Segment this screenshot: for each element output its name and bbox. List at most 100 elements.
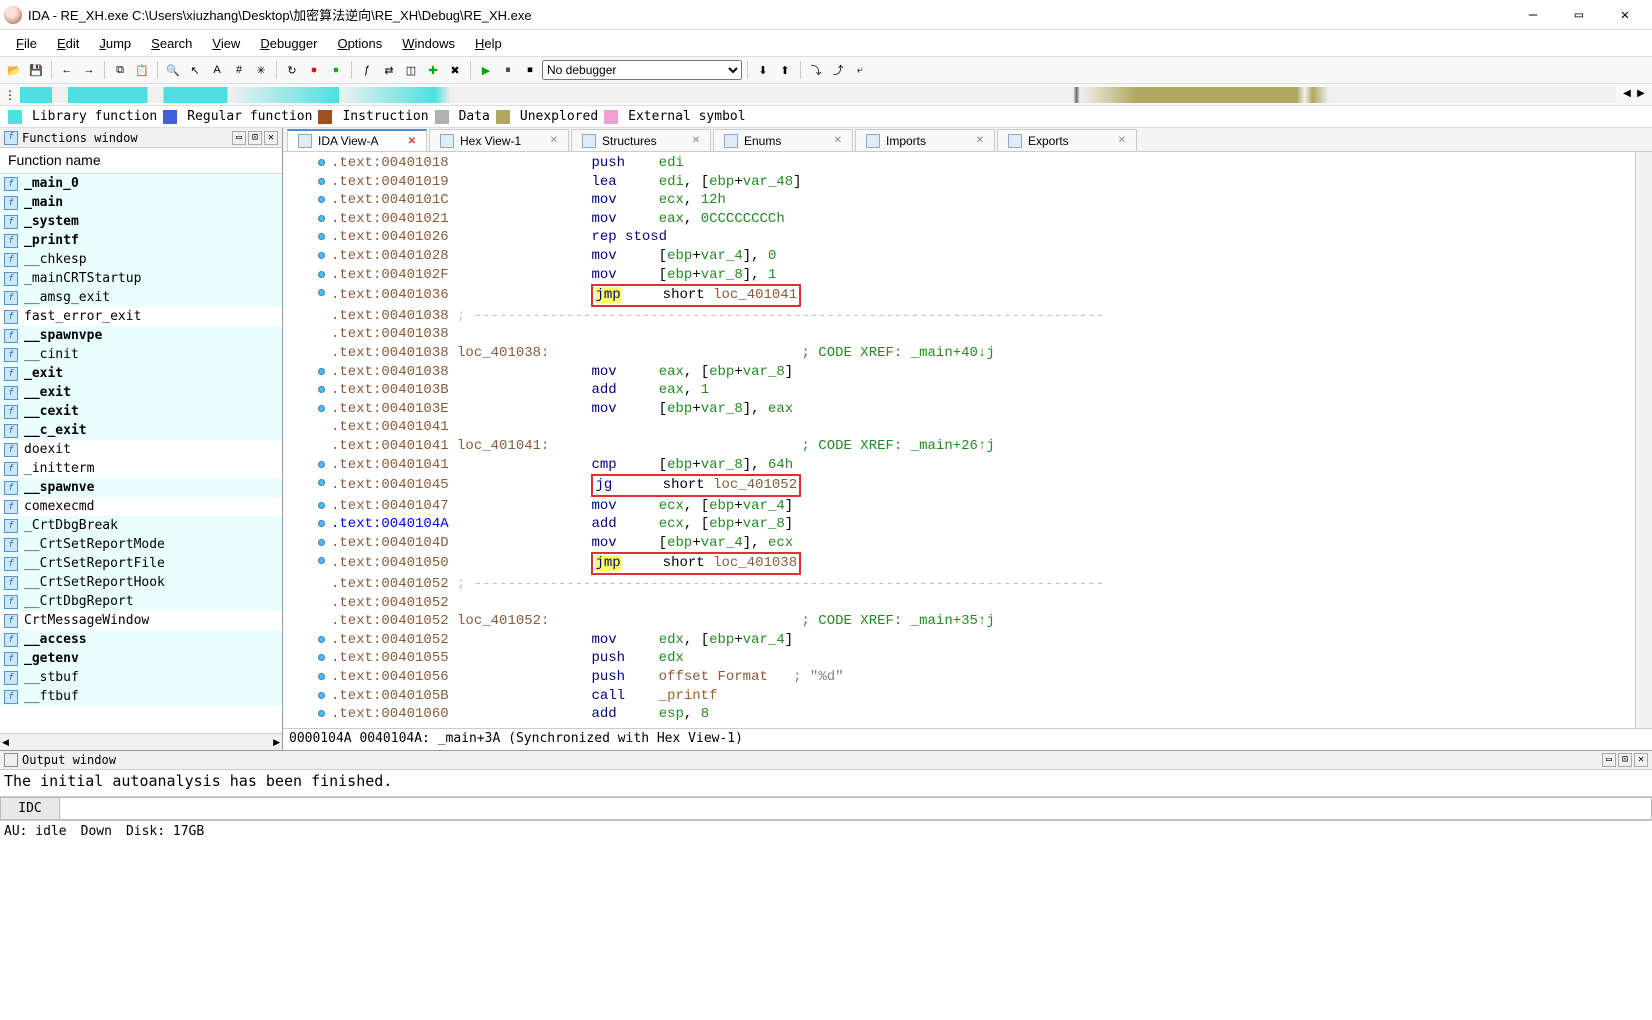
- disasm-line[interactable]: .text:0040103E mov [ebp+var_8], eax: [283, 400, 1635, 419]
- output-detach-icon[interactable]: ▭: [1602, 753, 1616, 767]
- disasm-line[interactable]: .text:00401026 rep stosd: [283, 228, 1635, 247]
- disasm-line[interactable]: .text:00401041: [283, 418, 1635, 437]
- disasm-line[interactable]: .text:0040102F mov [ebp+var_8], 1: [283, 266, 1635, 285]
- run-icon[interactable]: ▶: [476, 60, 496, 80]
- search-icon[interactable]: 🔍: [163, 60, 183, 80]
- disassembly-view[interactable]: .text:00401018 push edi.text:00401019 le…: [283, 152, 1635, 728]
- breakpoint-dot-icon[interactable]: [318, 196, 325, 203]
- func-icon[interactable]: ƒ: [357, 60, 377, 80]
- function-row[interactable]: f__CrtSetReportFile: [0, 554, 282, 573]
- stop-icon[interactable]: ●: [304, 60, 324, 80]
- disasm-line[interactable]: .text:0040101C mov ecx, 12h: [283, 191, 1635, 210]
- function-row[interactable]: f_getenv: [0, 649, 282, 668]
- cmd-lang-label[interactable]: IDC: [0, 797, 60, 820]
- navbar-handle-icon[interactable]: ⋮: [4, 88, 16, 102]
- menu-edit[interactable]: Edit: [49, 33, 87, 54]
- function-row[interactable]: f_CrtDbgBreak: [0, 516, 282, 535]
- open-icon[interactable]: 📂: [4, 60, 24, 80]
- stop2-icon[interactable]: ⏹: [520, 60, 540, 80]
- breakpoint-dot-icon[interactable]: [318, 289, 325, 296]
- breakpoint-dot-icon[interactable]: [318, 461, 325, 468]
- tab-close-icon[interactable]: ✕: [692, 135, 700, 146]
- functions-hscrollbar[interactable]: ◀▶: [0, 733, 282, 750]
- disasm-line[interactable]: .text:00401019 lea edi, [ebp+var_48]: [283, 173, 1635, 192]
- function-row[interactable]: f__CrtDbgReport: [0, 592, 282, 611]
- stepover-icon[interactable]: ⤴: [828, 60, 848, 80]
- command-input[interactable]: [60, 797, 1652, 820]
- function-row[interactable]: f__spawnvpe: [0, 326, 282, 345]
- disasm-vscrollbar[interactable]: [1635, 152, 1652, 728]
- function-row[interactable]: f__cexit: [0, 402, 282, 421]
- function-row[interactable]: f__stbuf: [0, 668, 282, 687]
- breakpoint-dot-icon[interactable]: [318, 271, 325, 278]
- bp-icon[interactable]: ⬇: [753, 60, 773, 80]
- refresh-icon[interactable]: ↻: [282, 60, 302, 80]
- menu-jump[interactable]: Jump: [91, 33, 139, 54]
- breakpoint-dot-icon[interactable]: [318, 654, 325, 661]
- menu-help[interactable]: Help: [467, 33, 510, 54]
- function-row[interactable]: f__chkesp: [0, 250, 282, 269]
- disasm-line[interactable]: .text:00401036 jmp short loc_401041: [283, 284, 1635, 307]
- tab-ida-view-a[interactable]: IDA View-A✕: [287, 129, 427, 151]
- breakpoint-dot-icon[interactable]: [318, 215, 325, 222]
- graph-icon[interactable]: ◫: [401, 60, 421, 80]
- function-row[interactable]: f__CrtSetReportMode: [0, 535, 282, 554]
- text-icon[interactable]: A: [207, 60, 227, 80]
- breakpoint-dot-icon[interactable]: [318, 405, 325, 412]
- disasm-line[interactable]: .text:00401038: [283, 325, 1635, 344]
- disasm-line[interactable]: .text:00401047 mov ecx, [ebp+var_4]: [283, 497, 1635, 516]
- hex-icon[interactable]: #: [229, 60, 249, 80]
- breakpoint-dot-icon[interactable]: [318, 710, 325, 717]
- breakpoint-dot-icon[interactable]: [318, 539, 325, 546]
- copy-icon[interactable]: ⧉: [110, 60, 130, 80]
- disasm-line[interactable]: .text:0040104A add ecx, [ebp+var_8]: [283, 515, 1635, 534]
- disasm-line[interactable]: .text:0040104D mov [ebp+var_4], ecx: [283, 534, 1635, 553]
- function-row[interactable]: f_exit: [0, 364, 282, 383]
- nav-next-icon[interactable]: ▶: [1634, 88, 1648, 102]
- disasm-line[interactable]: .text:00401038 mov eax, [ebp+var_8]: [283, 363, 1635, 382]
- breakpoint-dot-icon[interactable]: [318, 386, 325, 393]
- disasm-line[interactable]: .text:00401052: [283, 594, 1635, 613]
- disasm-line[interactable]: .text:00401055 push edx: [283, 649, 1635, 668]
- function-row[interactable]: fdoexit: [0, 440, 282, 459]
- function-row[interactable]: fCrtMessageWindow: [0, 611, 282, 630]
- disasm-line[interactable]: .text:00401028 mov [ebp+var_4], 0: [283, 247, 1635, 266]
- disasm-line[interactable]: .text:00401052 ; -----------------------…: [283, 575, 1635, 594]
- disasm-line[interactable]: .text:00401041 loc_401041: ; CODE XREF: …: [283, 437, 1635, 456]
- output-close-icon[interactable]: ✕: [1634, 753, 1648, 767]
- disasm-line[interactable]: .text:00401041 cmp [ebp+var_8], 64h: [283, 456, 1635, 475]
- function-row[interactable]: f_printf: [0, 231, 282, 250]
- breakpoint-dot-icon[interactable]: [318, 520, 325, 527]
- menu-windows[interactable]: Windows: [394, 33, 463, 54]
- disasm-line[interactable]: .text:00401018 push edi: [283, 154, 1635, 173]
- disasm-line[interactable]: .text:00401052 mov edx, [ebp+var_4]: [283, 631, 1635, 650]
- menu-file[interactable]: File: [8, 33, 45, 54]
- disasm-line[interactable]: .text:00401045 jg short loc_401052: [283, 474, 1635, 497]
- menu-search[interactable]: Search: [143, 33, 200, 54]
- breakpoint-dot-icon[interactable]: [318, 557, 325, 564]
- xref-icon[interactable]: ⇄: [379, 60, 399, 80]
- maximize-button[interactable]: ▭: [1556, 0, 1602, 30]
- disasm-line[interactable]: .text:00401021 mov eax, 0CCCCCCCCh: [283, 210, 1635, 229]
- menu-view[interactable]: View: [204, 33, 248, 54]
- breakpoint-dot-icon[interactable]: [318, 636, 325, 643]
- tab-close-icon[interactable]: ✕: [834, 135, 842, 146]
- go-icon[interactable]: ●: [326, 60, 346, 80]
- function-row[interactable]: f_initterm: [0, 459, 282, 478]
- output-max-icon[interactable]: ⊡: [1618, 753, 1632, 767]
- paste-icon[interactable]: 📋: [132, 60, 152, 80]
- function-row[interactable]: f__cinit: [0, 345, 282, 364]
- tab-enums[interactable]: Enums✕: [713, 129, 853, 151]
- tab-structures[interactable]: Structures✕: [571, 129, 711, 151]
- nav-colorbar[interactable]: [20, 87, 1616, 103]
- trace-icon[interactable]: ⬆: [775, 60, 795, 80]
- function-row[interactable]: f__ftbuf: [0, 687, 282, 706]
- function-row[interactable]: f__c_exit: [0, 421, 282, 440]
- breakpoint-dot-icon[interactable]: [318, 252, 325, 259]
- cursor-icon[interactable]: ↖: [185, 60, 205, 80]
- breakpoint-dot-icon[interactable]: [318, 159, 325, 166]
- tab-imports[interactable]: Imports✕: [855, 129, 995, 151]
- minimize-button[interactable]: —: [1510, 0, 1556, 30]
- tab-close-icon[interactable]: ✕: [976, 135, 984, 146]
- tab-hex-view-1[interactable]: Hex View-1✕: [429, 129, 569, 151]
